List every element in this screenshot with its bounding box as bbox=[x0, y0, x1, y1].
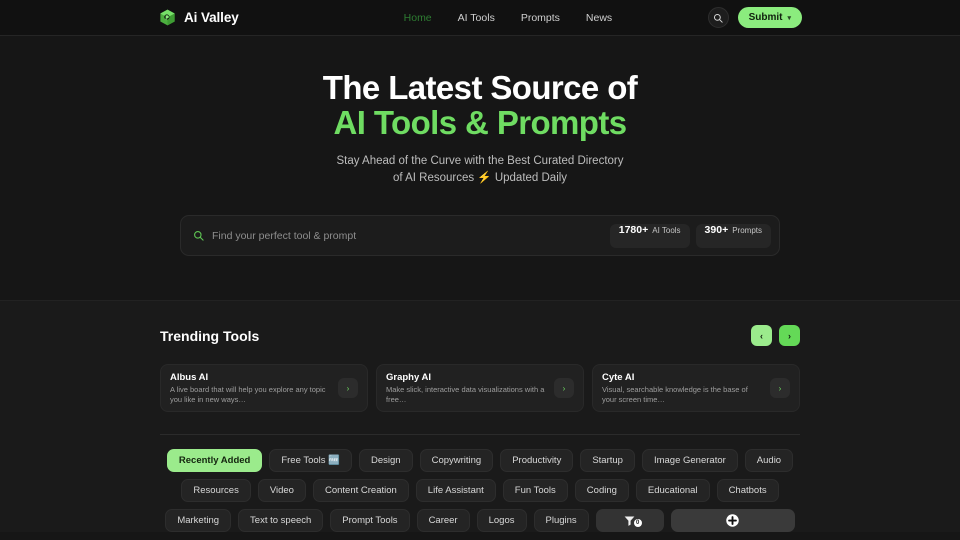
stat-pill-ai-tools[interactable]: 1780+ AI Tools bbox=[609, 223, 690, 248]
category-tag-logos[interactable]: Logos bbox=[476, 509, 527, 532]
card-content: Cyte AI Visual, searchable knowledge is … bbox=[602, 372, 764, 405]
trending-title: Trending Tools bbox=[160, 327, 260, 344]
search-input[interactable] bbox=[212, 229, 604, 242]
brand-logo[interactable]: Ai Valley bbox=[158, 8, 239, 27]
category-tag-chatbots[interactable]: Chatbots bbox=[716, 479, 779, 502]
category-tag-startup[interactable]: Startup bbox=[580, 449, 635, 472]
brand-name: Ai Valley bbox=[184, 10, 239, 25]
site-header: Ai Valley Home AI Tools Prompts News Sub… bbox=[0, 0, 960, 36]
chevron-down-icon: ▾ bbox=[787, 14, 791, 22]
category-tag-educational[interactable]: Educational bbox=[635, 479, 710, 502]
stat-ai-tools-label: AI Tools bbox=[652, 225, 681, 235]
card-content: Albus AI A live board that will help you… bbox=[170, 372, 332, 405]
category-filters: Recently Added Free Tools 🆓 Design Copyw… bbox=[0, 435, 960, 532]
category-row-3: Marketing Text to speech Prompt Tools Ca… bbox=[160, 509, 800, 532]
category-tag-content-creation[interactable]: Content Creation bbox=[312, 479, 409, 502]
category-row-2: Resources Video Content Creation Life As… bbox=[160, 479, 800, 502]
header-actions: Submit ▾ bbox=[707, 7, 802, 28]
card-open-button[interactable]: › bbox=[554, 378, 574, 398]
page-title: The Latest Source of AI Tools & Prompts bbox=[0, 70, 960, 140]
category-tag-life-assistant[interactable]: Life Assistant bbox=[415, 479, 496, 502]
trending-card[interactable]: Albus AI A live board that will help you… bbox=[160, 364, 368, 412]
category-tag-fun-tools[interactable]: Fun Tools bbox=[502, 479, 568, 502]
category-tag-free-tools[interactable]: Free Tools 🆓 bbox=[269, 449, 352, 472]
header-search-button[interactable] bbox=[707, 7, 729, 28]
hero-subtitle-line1: Stay Ahead of the Curve with the Best Cu… bbox=[336, 155, 624, 167]
filter-button[interactable]: 0 bbox=[595, 509, 664, 532]
card-title: Albus AI bbox=[170, 371, 209, 383]
card-description: Make slick, interactive data visualizati… bbox=[386, 384, 545, 404]
nav-item-ai-tools[interactable]: AI Tools bbox=[458, 12, 495, 24]
card-open-button[interactable]: › bbox=[338, 378, 358, 398]
page-root: Ai Valley Home AI Tools Prompts News Sub… bbox=[0, 0, 960, 540]
category-tag-copywriting[interactable]: Copywriting bbox=[419, 449, 494, 472]
cube-logo-icon bbox=[160, 9, 175, 26]
nav-item-home[interactable]: Home bbox=[404, 12, 432, 24]
trending-tools-section: Trending Tools ‹ › Albus AI A live board… bbox=[0, 300, 960, 435]
trending-cards: Albus AI A live board that will help you… bbox=[160, 364, 800, 412]
primary-nav: Home AI Tools Prompts News bbox=[404, 12, 613, 24]
stat-prompts-count: 390+ bbox=[704, 223, 729, 236]
search-icon bbox=[714, 13, 723, 23]
hero-subtitle: Stay Ahead of the Curve with the Best Cu… bbox=[0, 153, 960, 187]
add-button[interactable] bbox=[670, 509, 795, 532]
carousel-next-button[interactable]: › bbox=[779, 325, 800, 346]
hero-section: The Latest Source of AI Tools & Prompts … bbox=[0, 36, 960, 300]
nav-item-news[interactable]: News bbox=[586, 12, 612, 24]
card-content: Graphy AI Make slick, interactive data v… bbox=[386, 372, 548, 405]
trending-card[interactable]: Graphy AI Make slick, interactive data v… bbox=[376, 364, 584, 412]
category-tag-productivity[interactable]: Productivity bbox=[500, 449, 574, 472]
hero-title-line2: AI Tools & Prompts bbox=[333, 104, 628, 141]
card-open-button[interactable]: › bbox=[770, 378, 790, 398]
card-description: A live board that will help you explore … bbox=[170, 384, 326, 404]
category-tag-plugins[interactable]: Plugins bbox=[533, 509, 589, 532]
category-tag-audio[interactable]: Audio bbox=[744, 449, 794, 472]
category-tag-text-to-speech[interactable]: Text to speech bbox=[238, 509, 324, 532]
hero-search-bar[interactable]: 1780+ AI Tools 390+ Prompts bbox=[180, 215, 780, 256]
category-tag-marketing[interactable]: Marketing bbox=[165, 509, 232, 532]
carousel-controls: ‹ › bbox=[751, 325, 800, 346]
submit-button[interactable]: Submit ▾ bbox=[737, 7, 802, 28]
stat-prompts-label: Prompts bbox=[732, 225, 762, 235]
search-icon bbox=[194, 231, 204, 241]
category-tag-coding[interactable]: Coding bbox=[574, 479, 629, 502]
plus-icon bbox=[726, 514, 739, 527]
card-description: Visual, searchable knowledge is the base… bbox=[602, 384, 748, 404]
category-row-1: Recently Added Free Tools 🆓 Design Copyw… bbox=[160, 449, 800, 472]
hero-title-line1: The Latest Source of bbox=[322, 69, 638, 106]
hero-subtitle-line2: of AI Resources ⚡ Updated Daily bbox=[392, 172, 568, 184]
category-tag-career[interactable]: Career bbox=[416, 509, 470, 532]
category-tag-video[interactable]: Video bbox=[257, 479, 306, 502]
nav-item-prompts[interactable]: Prompts bbox=[521, 12, 560, 24]
trending-card[interactable]: Cyte AI Visual, searchable knowledge is … bbox=[592, 364, 800, 412]
trending-header: Trending Tools ‹ › bbox=[160, 325, 800, 346]
category-tag-recently-added[interactable]: Recently Added bbox=[166, 449, 263, 472]
category-tag-image-generator[interactable]: Image Generator bbox=[641, 449, 738, 472]
stat-ai-tools-count: 1780+ bbox=[618, 223, 649, 236]
card-title: Cyte AI bbox=[602, 371, 635, 383]
category-tag-prompt-tools[interactable]: Prompt Tools bbox=[330, 509, 410, 532]
category-tag-design[interactable]: Design bbox=[359, 449, 413, 472]
carousel-prev-button[interactable]: ‹ bbox=[751, 325, 772, 346]
submit-button-label: Submit bbox=[748, 12, 783, 23]
filter-badge: 0 bbox=[633, 519, 642, 527]
category-tag-resources[interactable]: Resources bbox=[181, 479, 251, 502]
card-title: Graphy AI bbox=[386, 371, 432, 383]
stat-pill-prompts[interactable]: 390+ Prompts bbox=[695, 223, 771, 248]
